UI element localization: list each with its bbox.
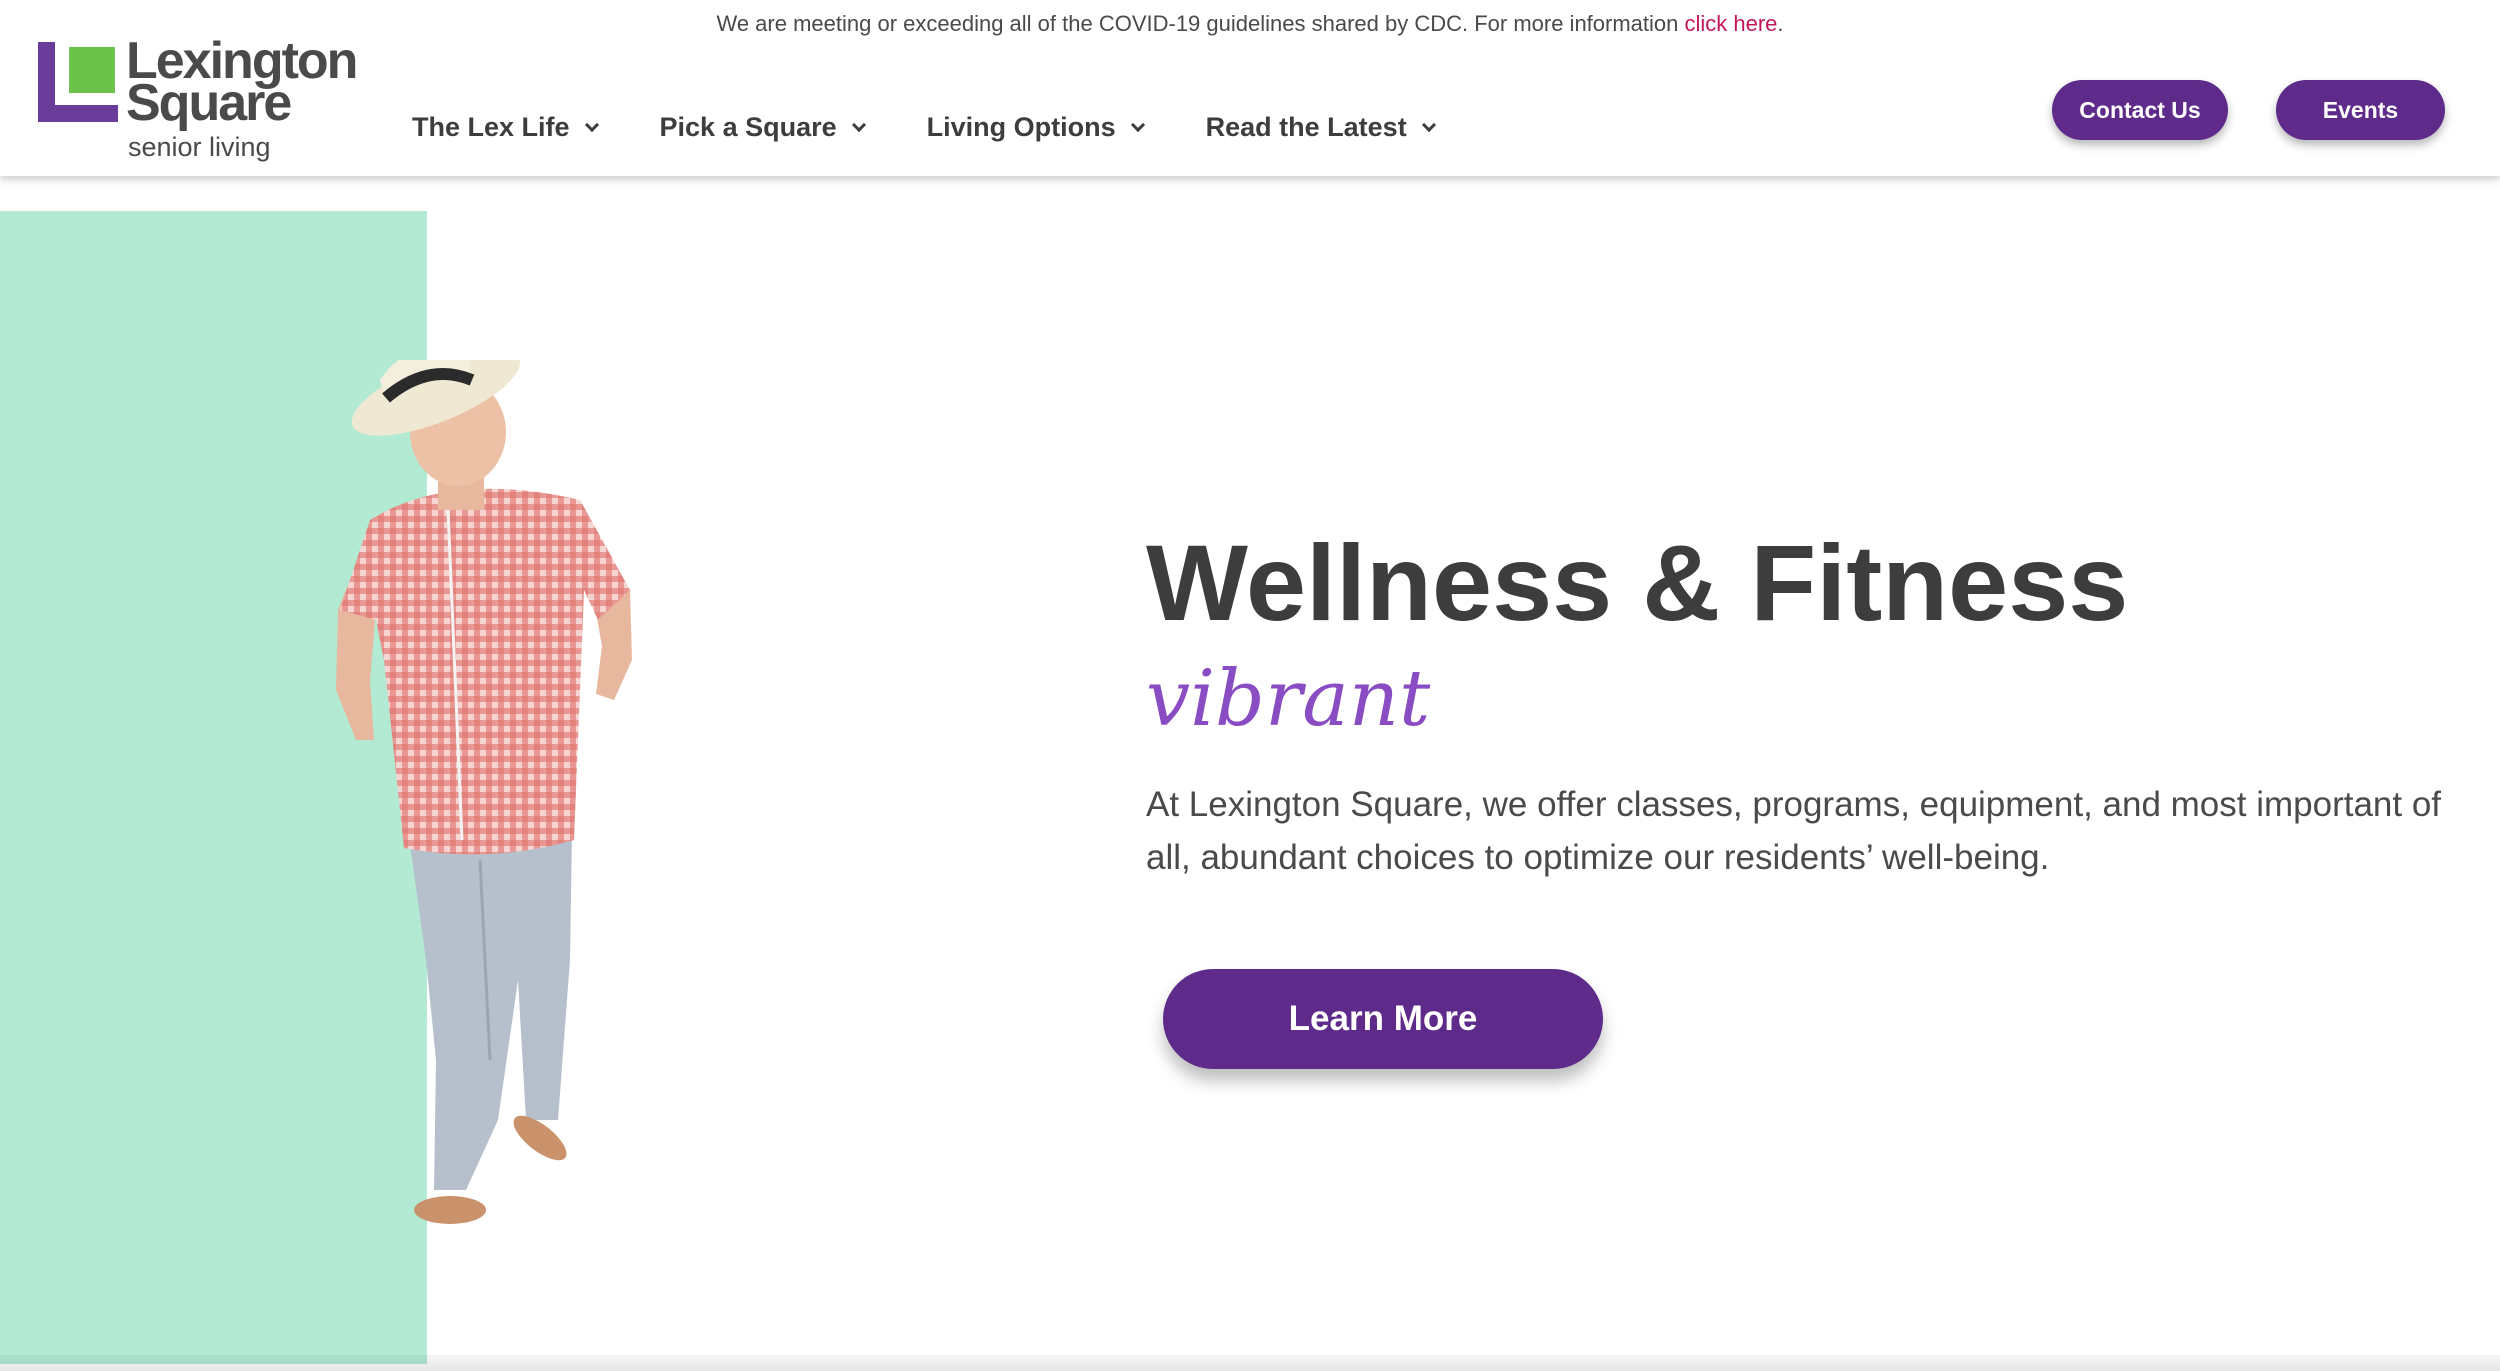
covid-notice-suffix: . xyxy=(1777,11,1784,36)
hero-person-image xyxy=(336,360,632,1224)
hero-description: At Lexington Square, we offer classes, p… xyxy=(1146,785,2442,877)
nav-item-label: Living Options xyxy=(926,112,1116,142)
covid-notice: We are meeting or exceeding all of the C… xyxy=(0,11,2500,37)
site-logo[interactable]: Lexington Square senior living xyxy=(38,35,368,164)
nav-item-living-options[interactable]: Living Options xyxy=(926,112,1145,143)
main-nav: The Lex Life Pick a Square Living Option… xyxy=(412,112,1497,143)
site-header: We are meeting or exceeding all of the C… xyxy=(0,0,2500,176)
hero-title: Wellness & Fitness xyxy=(1146,522,2129,643)
hero-script-word: vibrant xyxy=(1146,654,1431,744)
nav-item-label: The Lex Life xyxy=(412,112,570,142)
logo-tagline: senior living xyxy=(128,132,271,162)
chevron-down-icon xyxy=(584,117,599,132)
nav-item-pick-a-square[interactable]: Pick a Square xyxy=(659,112,866,143)
chevron-down-icon xyxy=(1130,117,1145,132)
covid-notice-text: We are meeting or exceeding all of the C… xyxy=(716,11,1685,36)
chevron-down-icon xyxy=(851,117,866,132)
nav-item-lex-life[interactable]: The Lex Life xyxy=(412,112,599,143)
section-divider xyxy=(0,1355,2500,1371)
events-button[interactable]: Events xyxy=(2276,80,2445,140)
nav-item-label: Read the Latest xyxy=(1205,112,1407,142)
logo-word-square: Square xyxy=(126,74,292,132)
nav-item-label: Pick a Square xyxy=(659,112,837,142)
learn-more-button[interactable]: Learn More xyxy=(1163,969,1603,1069)
covid-notice-link[interactable]: click here xyxy=(1685,11,1778,36)
logo-mark-icon xyxy=(38,42,118,122)
chevron-down-icon xyxy=(1421,117,1436,132)
nav-item-read-the-latest[interactable]: Read the Latest xyxy=(1205,112,1436,143)
contact-us-button[interactable]: Contact Us xyxy=(2052,80,2228,140)
